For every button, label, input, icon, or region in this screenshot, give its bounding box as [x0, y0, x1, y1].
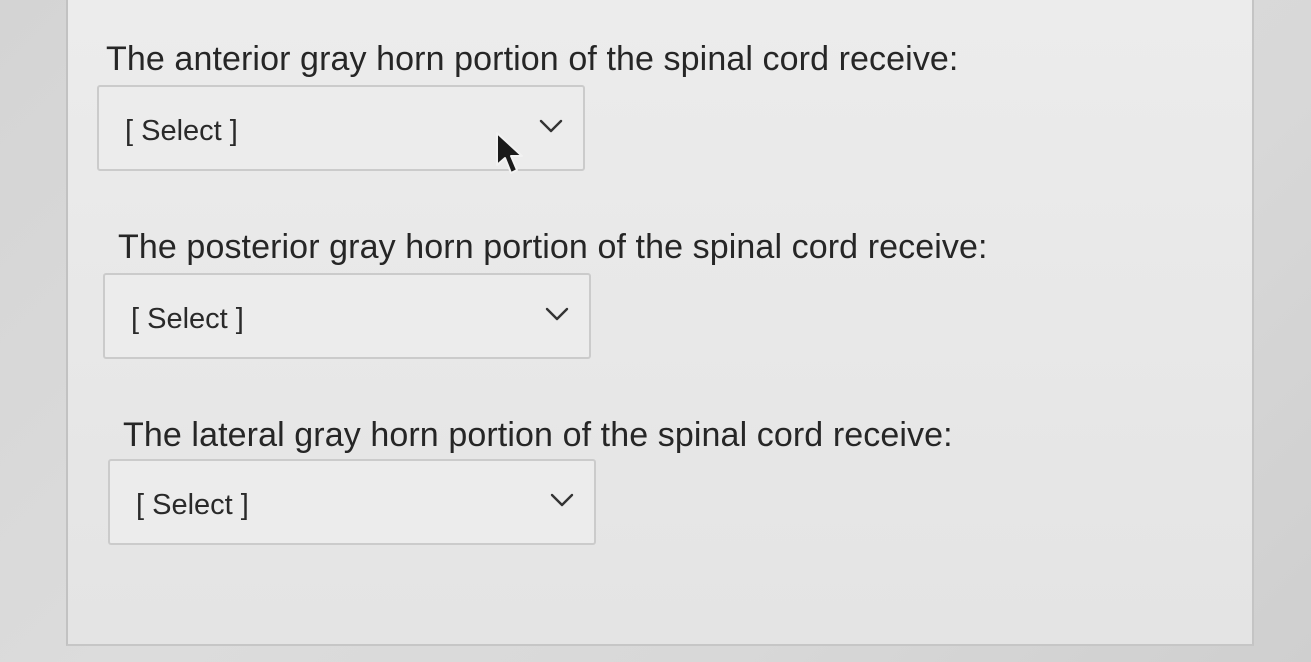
- question-2-select-value: [ Select ]: [131, 303, 244, 335]
- question-1-select-value: [ Select ]: [125, 115, 238, 147]
- question-1-prompt: The anterior gray horn portion of the sp…: [106, 40, 959, 78]
- chevron-down-icon: [550, 493, 574, 507]
- question-3-prompt: The lateral gray horn portion of the spi…: [123, 416, 953, 454]
- question-2-prompt: The posterior gray horn portion of the s…: [118, 228, 988, 266]
- question-2-select[interactable]: [ Select ]: [103, 273, 591, 359]
- chevron-down-icon: [539, 119, 563, 133]
- question-3-select[interactable]: [ Select ]: [108, 459, 596, 545]
- question-3-select-value: [ Select ]: [136, 489, 249, 521]
- chevron-down-icon: [545, 307, 569, 321]
- mouse-cursor-icon: [496, 132, 523, 174]
